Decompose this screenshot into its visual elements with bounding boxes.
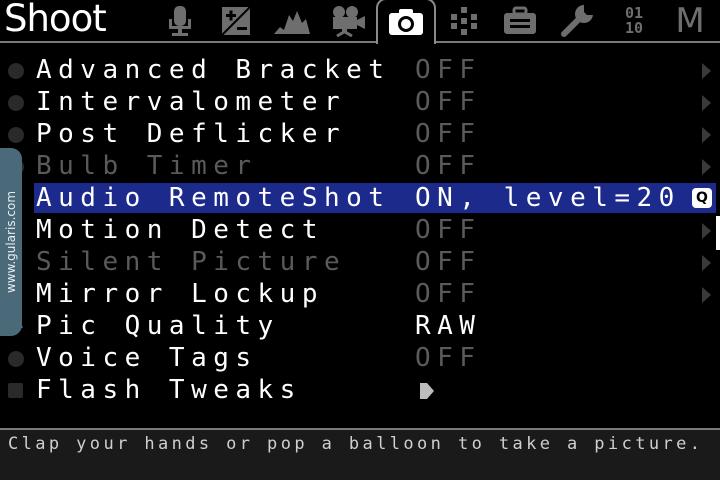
- menu-item-label: Audio RemoteShot: [36, 183, 391, 213]
- menu-item-value: OFF: [415, 55, 482, 85]
- menu-item-value: RAW: [415, 311, 482, 341]
- tab-tweaks[interactable]: [550, 0, 606, 42]
- status-dot-icon: [8, 127, 24, 143]
- menu-item-motion-detect[interactable]: Motion Detect OFF: [0, 214, 720, 246]
- menu-item-label: Bulb Timer: [36, 151, 258, 181]
- movie-camera-icon: [333, 6, 365, 37]
- wrench-icon: [561, 5, 594, 37]
- binary-icon-line: 10: [624, 19, 644, 37]
- menu-item-value: OFF: [415, 119, 482, 149]
- menu-item-flash-tweaks[interactable]: Flash Tweaks: [0, 374, 720, 406]
- menu-item-label: Motion Detect: [36, 215, 324, 245]
- status-dot-icon: [8, 95, 24, 111]
- chevron-right-icon[interactable]: [702, 95, 711, 111]
- menu-item-value: OFF: [415, 151, 482, 181]
- status-dot-icon: [8, 63, 24, 79]
- briefcase-icon: [504, 6, 536, 34]
- menu-item-value: OFF: [415, 279, 482, 309]
- tab-shoot[interactable]: [376, 0, 436, 44]
- menu-item-label: Advanced Bracket: [36, 55, 391, 85]
- menu-item-label: Intervalometer: [36, 87, 347, 117]
- exposure-icon: [221, 6, 251, 36]
- menu-item-value: OFF: [415, 87, 482, 117]
- chevron-right-icon[interactable]: [702, 63, 711, 79]
- tab-overlay[interactable]: [264, 0, 320, 42]
- status-square-icon: [8, 383, 23, 398]
- chevron-right-icon[interactable]: [702, 127, 711, 143]
- tab-display[interactable]: [492, 0, 548, 42]
- menu-item-pic-quality[interactable]: Pic Quality RAW: [0, 310, 720, 342]
- help-bar: Clap your hands or pop a balloon to take…: [0, 430, 720, 480]
- menu-item-silent-picture[interactable]: Silent Picture OFF: [0, 246, 720, 278]
- menu-item-audio-remoteshot[interactable]: Audio RemoteShot ON, level=20 Q: [0, 182, 720, 214]
- m-icon: M: [675, 1, 705, 41]
- help-text: Clap your hands or pop a balloon to take…: [8, 434, 704, 454]
- menu-item-label: Pic Quality: [36, 311, 280, 341]
- menu-title: Shoot: [4, 0, 107, 40]
- menu-item-intervalometer[interactable]: Intervalometer OFF: [0, 86, 720, 118]
- chevron-right-icon[interactable]: [702, 255, 711, 271]
- submenu-arrow-icon[interactable]: [420, 383, 434, 399]
- camera-icon: [389, 9, 423, 35]
- tab-bar-divider: [0, 41, 720, 43]
- microphone-icon: [169, 6, 191, 36]
- menu-item-label: Silent Picture: [36, 247, 347, 277]
- chevron-right-icon[interactable]: [702, 223, 711, 239]
- menu-item-bulb-timer[interactable]: Bulb Timer OFF: [0, 150, 720, 182]
- chevron-right-icon[interactable]: [702, 159, 711, 175]
- tab-focus[interactable]: [436, 0, 492, 42]
- menu-item-mirror-lockup[interactable]: Mirror Lockup OFF: [0, 278, 720, 310]
- focus-points-icon: [451, 7, 477, 35]
- menu-item-value: OFF: [415, 247, 482, 277]
- menu-item-label: Flash Tweaks: [36, 375, 302, 405]
- chevron-right-icon[interactable]: [702, 287, 711, 303]
- tab-audio[interactable]: [152, 0, 208, 42]
- menu-item-label: Voice Tags: [36, 343, 258, 373]
- menu-item-advanced-bracket[interactable]: Advanced Bracket OFF: [0, 54, 720, 86]
- binary-icon: 01 10: [625, 6, 643, 36]
- tab-debug[interactable]: 01 10: [606, 0, 662, 42]
- status-dot-icon: [8, 351, 24, 367]
- menu-item-value: ON, level=20: [415, 183, 681, 213]
- tab-my-menu[interactable]: M: [662, 0, 718, 42]
- menu-item-value: OFF: [415, 343, 482, 373]
- tab-movie[interactable]: [320, 0, 376, 42]
- menu-item-label: Mirror Lockup: [36, 279, 324, 309]
- tab-bar: Shoot 01 10 M: [0, 0, 720, 44]
- histogram-icon: [274, 11, 310, 34]
- menu-item-value: OFF: [415, 215, 482, 245]
- watermark-text: www.gularis.com: [4, 190, 18, 294]
- tab-expo[interactable]: [208, 0, 264, 42]
- menu-item-voice-tags[interactable]: Voice Tags OFF: [0, 342, 720, 374]
- menu-item-label: Post Deflicker: [36, 119, 347, 149]
- q-menu-icon[interactable]: Q: [692, 188, 712, 208]
- menu-item-post-deflicker[interactable]: Post Deflicker OFF: [0, 118, 720, 150]
- watermark-tab: www.gularis.com: [0, 148, 22, 336]
- scrollbar[interactable]: [716, 216, 720, 250]
